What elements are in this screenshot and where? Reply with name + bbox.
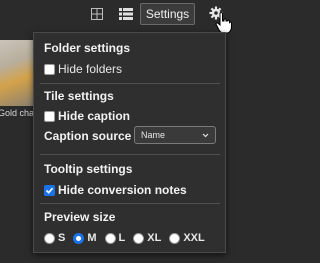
preview-size-s-option[interactable]: S xyxy=(44,232,65,244)
preview-size-xxl-option[interactable]: XXL xyxy=(169,232,205,244)
preview-size-s-label: S xyxy=(58,232,66,244)
preview-size-m-option[interactable]: M xyxy=(73,232,97,244)
tooltip-settings-title: Tooltip settings xyxy=(44,162,133,176)
hide-caption-row[interactable]: Hide caption xyxy=(44,109,130,123)
hide-conversion-notes-label: Hide conversion notes xyxy=(58,183,187,197)
radio-button[interactable] xyxy=(73,232,85,244)
divider xyxy=(40,203,220,204)
preview-size-options: S M L XL XXL xyxy=(44,232,205,244)
preview-size-xxl-label: XXL xyxy=(183,232,205,244)
hide-folders-label: Hide folders xyxy=(58,62,123,76)
hide-conversion-notes-checkbox[interactable] xyxy=(44,184,55,196)
thumbnail-image[interactable] xyxy=(0,40,34,106)
hide-folders-row[interactable]: Hide folders xyxy=(44,62,122,76)
preview-size-l-label: L xyxy=(118,232,126,244)
settings-panel: Folder settings Hide folders Tile settin… xyxy=(33,32,226,253)
radio-button[interactable] xyxy=(169,232,181,244)
folder-settings-title: Folder settings xyxy=(44,41,131,55)
grid-icon[interactable] xyxy=(90,6,104,22)
divider xyxy=(40,154,220,155)
preview-size-m-label: M xyxy=(87,232,97,244)
preview-size-title: Preview size xyxy=(44,210,116,224)
caption-source-row: Caption source xyxy=(44,129,131,143)
preview-size-xl-option[interactable]: XL xyxy=(133,232,161,244)
radio-button[interactable] xyxy=(104,232,116,244)
hide-conversion-notes-row[interactable]: Hide conversion notes xyxy=(44,183,187,197)
hand-cursor-icon xyxy=(215,11,233,34)
preview-size-xl-label: XL xyxy=(147,232,162,244)
settings-button[interactable]: Settings xyxy=(140,3,195,25)
hide-folders-checkbox[interactable] xyxy=(44,63,55,75)
caption-source-value: Name xyxy=(141,130,166,140)
chevron-down-icon xyxy=(202,133,209,138)
divider xyxy=(40,83,220,84)
radio-button[interactable] xyxy=(44,232,55,244)
tile-settings-title: Tile settings xyxy=(44,89,114,103)
caption-source-label: Caption source xyxy=(44,129,132,143)
list-icon[interactable] xyxy=(118,6,134,22)
preview-size-l-option[interactable]: L xyxy=(104,232,126,244)
hide-caption-checkbox[interactable] xyxy=(44,110,55,122)
caption-source-select[interactable]: Name xyxy=(134,126,216,144)
radio-button[interactable] xyxy=(133,232,145,244)
hide-caption-label: Hide caption xyxy=(58,109,131,123)
